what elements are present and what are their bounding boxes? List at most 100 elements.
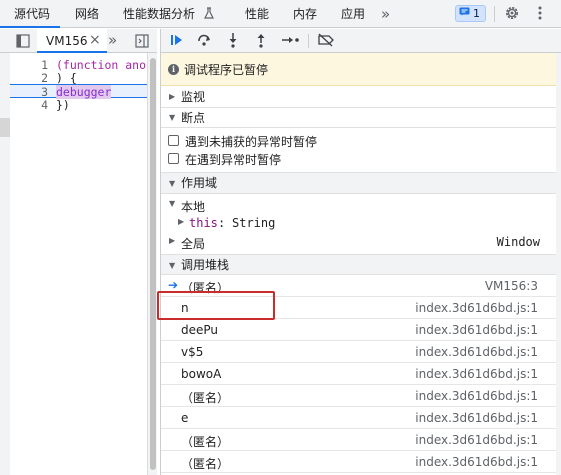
call-frame-location[interactable]: index.3d61d6bd.js:1 (415, 389, 538, 403)
debugger-toolbar (161, 29, 561, 53)
call-frame-location[interactable]: index.3d61d6bd.js:1 (415, 433, 538, 447)
call-frame-location[interactable]: VM156:3 (485, 279, 538, 293)
step-icon (281, 34, 301, 49)
pause-caught-option[interactable]: 在遇到异常时暂停 (161, 149, 556, 173)
caret-down-icon: ▼ (169, 113, 176, 122)
toggle-navigator-button[interactable] (16, 34, 30, 51)
code-text-1: (function anonymous( (56, 58, 147, 72)
debugger-sidebar: i 调试程序已暂停 ▶ 监视 ▼ 断点 遇到未捕获的异常时暂停 在遇到异常时暂停… (160, 29, 561, 475)
more-tabs-icon: » (381, 5, 391, 23)
tab-network[interactable]: 网络 (75, 0, 99, 28)
tab-sources[interactable]: 源代码 (0, 0, 60, 28)
section-watch[interactable]: ▶ 监视 (161, 86, 556, 108)
call-frame[interactable]: bowoA index.3d61d6bd.js:1 (161, 363, 556, 385)
code-editor[interactable]: 1 (function anonymous( 2 ) { 3 debugger … (10, 53, 147, 475)
line-number: 3 (41, 85, 48, 99)
section-breakpoints-label: 断点 (181, 111, 206, 125)
paused-banner: i 调试程序已暂停 (161, 53, 556, 86)
tab-application[interactable]: 应用 (341, 0, 365, 28)
tab-performance-label: 性能 (245, 7, 270, 21)
scrollbar-thumb[interactable] (150, 58, 156, 470)
call-frame[interactable]: v$5 index.3d61d6bd.js:1 (161, 341, 556, 363)
caret-down-icon: ▼ (169, 179, 176, 188)
gear-icon (504, 5, 520, 24)
editor-scrollbar[interactable] (147, 53, 157, 475)
call-frame-name: （匿名） (181, 435, 230, 449)
section-watch-label: 监视 (181, 90, 206, 104)
step-over-icon (197, 33, 213, 50)
scope-global[interactable]: ▶ 全局 Window (161, 233, 556, 252)
call-frame[interactable]: （匿名） index.3d61d6bd.js:1 (161, 385, 556, 407)
code-text-debugger: debugger (56, 85, 112, 99)
call-frame-location[interactable]: index.3d61d6bd.js:1 (415, 345, 538, 359)
toggle-debugger-sidebar-button[interactable] (135, 34, 149, 51)
caret-down-icon: ▼ (169, 199, 176, 208)
pause-caught-checkbox[interactable] (168, 153, 179, 164)
call-frame-location[interactable]: index.3d61d6bd.js:1 (415, 301, 538, 315)
code-line: 4 }) (10, 98, 147, 112)
call-frame-location[interactable]: index.3d61d6bd.js:1 (415, 411, 538, 425)
scope-local[interactable]: ▼ 本地 (161, 196, 556, 215)
code-text: (function anonymous( (56, 58, 147, 72)
more-tabs-button[interactable]: » (381, 0, 390, 28)
toolbar-divider (494, 6, 495, 22)
file-tab-vm156[interactable]: VM156 × (37, 29, 107, 53)
caret-right-icon: ▶ (169, 236, 176, 245)
message-icon (459, 7, 470, 20)
sidebar-hide-icon (135, 34, 149, 51)
tab-performance[interactable]: 性能 (245, 0, 269, 28)
step-button[interactable] (279, 31, 303, 51)
call-frame-location[interactable]: index.3d61d6bd.js:1 (415, 367, 538, 381)
tab-memory-label: 内存 (293, 7, 318, 21)
scope-local-label: 本地 (181, 200, 206, 214)
call-frame-location[interactable]: index.3d61d6bd.js:1 (415, 455, 538, 469)
line-number: 2 (41, 71, 48, 85)
tab-application-label: 应用 (341, 7, 366, 21)
section-scope[interactable]: ▼ 作用域 (161, 173, 556, 194)
line-number: 4 (41, 98, 48, 112)
scope-this-key: this (189, 216, 218, 230)
tab-performance-insights[interactable]: 性能数据分析 (123, 0, 215, 28)
more-options-button[interactable] (532, 3, 548, 25)
call-frame-name: （匿名） (181, 457, 230, 471)
call-frame[interactable]: deePu index.3d61d6bd.js:1 (161, 319, 556, 341)
code-line: 2 ) { (10, 71, 147, 85)
sidebar-scrollbar[interactable] (556, 53, 561, 475)
issues-count: 1 (473, 7, 480, 20)
section-breakpoints[interactable]: ▼ 断点 (161, 108, 556, 128)
settings-button[interactable] (502, 3, 522, 25)
scope-this-row[interactable]: ▶ this : String (161, 214, 556, 233)
scope-global-value: Window (496, 235, 540, 249)
deactivate-breakpoints-button[interactable] (315, 31, 337, 51)
pause-uncaught-option[interactable]: 遇到未捕获的异常时暂停 (161, 131, 556, 150)
step-over-button[interactable] (195, 31, 215, 51)
line-number: 1 (41, 58, 48, 72)
call-frame[interactable]: （匿名） index.3d61d6bd.js:1 (161, 451, 556, 473)
highlight-annotation-box (157, 291, 275, 320)
scope-this-value: String (232, 216, 276, 230)
pause-uncaught-checkbox[interactable] (168, 135, 179, 146)
step-out-button[interactable] (251, 31, 271, 51)
step-into-button[interactable] (223, 31, 243, 51)
tab-memory[interactable]: 内存 (293, 0, 317, 28)
more-files-icon[interactable]: » (108, 31, 117, 49)
info-icon: i (168, 63, 179, 75)
call-frame-location[interactable]: index.3d61d6bd.js:1 (415, 323, 538, 337)
call-frame-name: e (181, 411, 189, 425)
kebab-menu-icon (538, 6, 542, 23)
code-line: 1 (function anonymous( (10, 58, 147, 72)
call-frame-name: deePu (181, 323, 219, 337)
section-scope-label: 作用域 (181, 176, 218, 190)
code-line-paused: 3 debugger (10, 84, 147, 99)
gutter-marker (0, 118, 10, 137)
issues-badge[interactable]: 1 (455, 5, 486, 22)
call-frame[interactable]: e index.3d61d6bd.js:1 (161, 407, 556, 429)
resume-button[interactable] (167, 31, 187, 51)
step-into-icon (226, 32, 240, 51)
section-call-stack[interactable]: ▼ 调用堆栈 (161, 254, 556, 275)
flask-icon (203, 1, 215, 29)
close-icon[interactable]: × (89, 32, 101, 48)
call-frame-name: bowoA (181, 367, 222, 381)
file-tab-label: VM156 (46, 34, 88, 48)
call-frame[interactable]: （匿名） index.3d61d6bd.js:1 (161, 429, 556, 451)
